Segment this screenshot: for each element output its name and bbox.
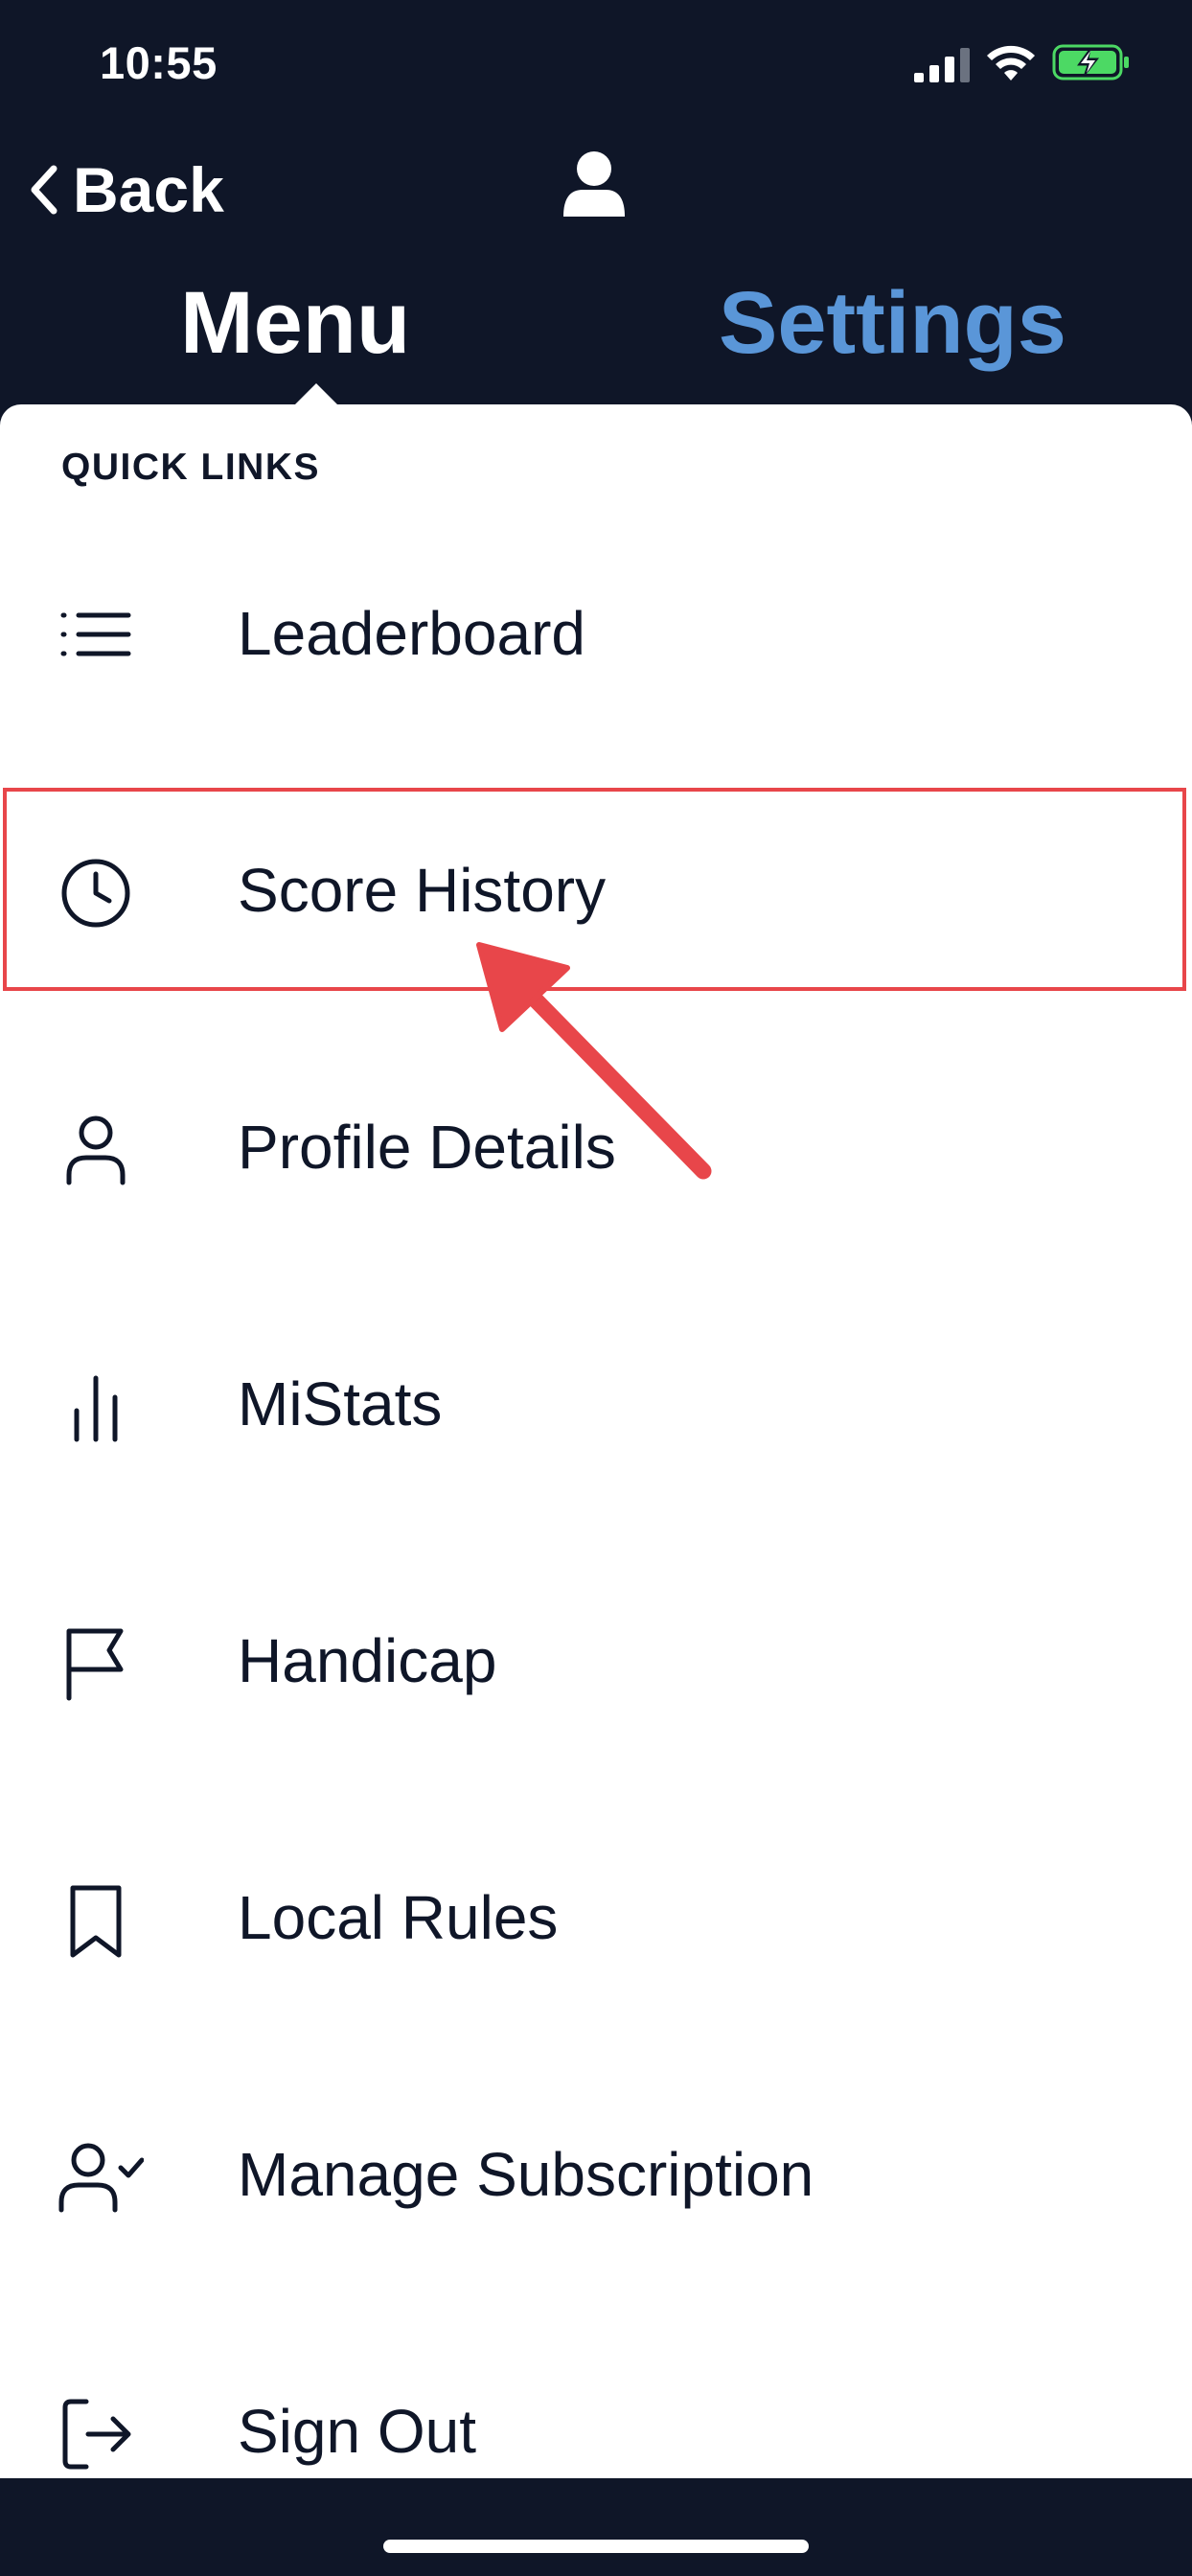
user-check-icon [58,2143,144,2213]
menu-item-label: MiStats [238,1369,443,1438]
home-indicator[interactable] [383,2540,809,2553]
section-title-quick-links: QUICK LINKS [61,447,320,488]
status-time: 10:55 [100,37,218,88]
menu-item-handicap[interactable]: Handicap [0,1566,1192,1758]
status-bar: 10:55 [0,0,1192,134]
flag-icon [66,1628,124,1701]
bar-chart-icon [74,1375,118,1442]
tab-menu[interactable]: Menu [180,270,410,376]
user-icon [66,1116,126,1185]
menu-item-label: Manage Subscription [238,2140,814,2209]
bottom-bar [0,2478,1192,2576]
menu-item-label: Sign Out [238,2397,477,2466]
annotation-arrow-icon [476,942,712,1180]
menu-item-label: Handicap [238,1626,497,1695]
menu-item-sign-out[interactable]: Sign Out [0,2336,1192,2478]
chevron-left-icon [31,165,57,215]
back-button[interactable]: Back [27,151,224,228]
menu-item-label: Leaderboard [238,599,585,668]
menu-item-label: Local Rules [238,1883,559,1952]
profile-icon[interactable] [562,150,627,218]
sign-out-icon [62,2399,131,2470]
bookmark-icon [70,1885,122,1958]
cellular-signal-icon [914,48,970,82]
tab-settings[interactable]: Settings [719,270,1066,376]
wifi-icon [987,45,1035,80]
battery-charging-icon [1052,44,1129,80]
back-label: Back [73,154,224,225]
menu-item-manage-subscription[interactable]: Manage Subscription [0,2080,1192,2271]
menu-item-mistats[interactable]: MiStats [0,1309,1192,1501]
menu-item-leaderboard[interactable]: Leaderboard [0,539,1192,730]
list-icon [60,612,131,656]
menu-item-local-rules[interactable]: Local Rules [0,1823,1192,2014]
active-tab-indicator [293,383,339,406]
app-screen: 10:55 Back Menu Settings QUICK LINKS Lea… [0,0,1192,2576]
